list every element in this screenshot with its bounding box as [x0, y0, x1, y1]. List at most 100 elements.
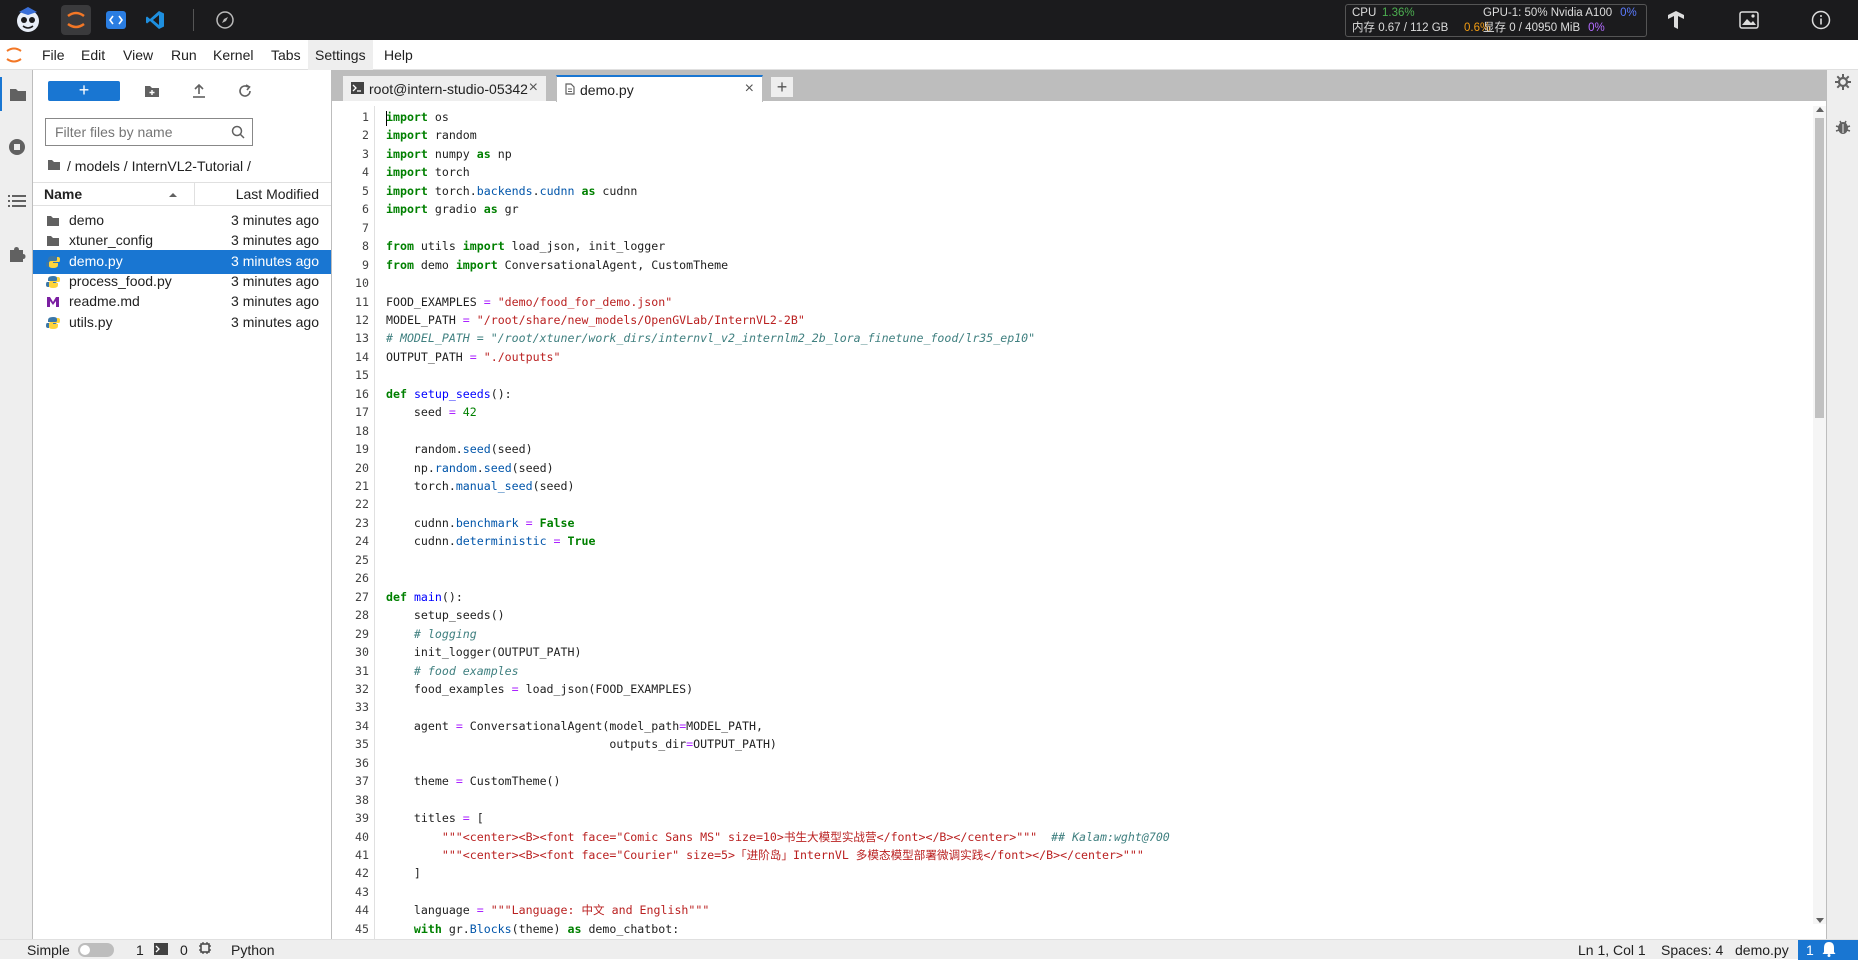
- terminals-count[interactable]: 1: [136, 941, 168, 959]
- code-line[interactable]: random.seed(seed): [386, 440, 533, 458]
- breadcrumb-path[interactable]: / models / InternVL2-Tutorial /: [67, 158, 251, 174]
- code-line[interactable]: def setup_seeds():: [386, 385, 512, 403]
- file-row[interactable]: utils.py 3 minutes ago: [33, 311, 331, 335]
- code-line[interactable]: titles = [: [386, 809, 484, 827]
- code-line[interactable]: from demo import ConversationalAgent, Cu…: [386, 256, 728, 274]
- line-number: 5: [362, 183, 369, 198]
- code-line[interactable]: food_examples = load_json(FOOD_EXAMPLES): [386, 680, 693, 698]
- code-line[interactable]: MODEL_PATH = "/root/share/new_models/Ope…: [386, 311, 805, 329]
- code-line[interactable]: from utils import load_json, init_logger: [386, 237, 665, 255]
- code-line[interactable]: import numpy as np: [386, 145, 512, 163]
- file-name: demo.py: [69, 252, 123, 269]
- upload-icon[interactable]: [187, 79, 211, 103]
- info-icon[interactable]: [1806, 5, 1836, 35]
- code-line[interactable]: cudnn.deterministic = True: [386, 532, 596, 550]
- scrollbar-thumb[interactable]: [1815, 118, 1824, 418]
- menu-edit[interactable]: Edit: [74, 40, 112, 70]
- column-name[interactable]: Name: [44, 186, 82, 202]
- menu-file[interactable]: File: [35, 40, 72, 70]
- scroll-up-icon[interactable]: [1816, 107, 1824, 112]
- code-line[interactable]: # MODEL_PATH = "/root/xtuner/work_dirs/i…: [386, 329, 1035, 347]
- menu-tabs[interactable]: Tabs: [264, 40, 308, 70]
- running-kernels-icon[interactable]: [0, 130, 33, 164]
- right-sidebar: [1826, 70, 1858, 939]
- line-number: 31: [355, 663, 369, 678]
- code-line[interactable]: language = """Language: 中文 and English""…: [386, 901, 709, 919]
- tensorflow-icon[interactable]: [1661, 5, 1691, 35]
- code-line[interactable]: torch.manual_seed(seed): [386, 477, 575, 495]
- language-mode[interactable]: Python: [231, 941, 275, 959]
- menu-view[interactable]: View: [116, 40, 160, 70]
- column-last-modified[interactable]: Last Modified: [236, 186, 319, 202]
- toggle-switch[interactable]: [77, 943, 114, 957]
- intern-logo-icon[interactable]: [12, 5, 44, 35]
- jupyter-icon[interactable]: [61, 5, 91, 35]
- file-modified: 3 minutes ago: [231, 212, 319, 228]
- table-of-contents-icon[interactable]: [0, 184, 33, 218]
- indentation-setting[interactable]: Spaces: 4: [1661, 941, 1723, 959]
- menu-help[interactable]: Help: [377, 40, 420, 70]
- folder-icon[interactable]: [0, 77, 33, 111]
- code-line[interactable]: FOOD_EXAMPLES = "demo/food_for_demo.json…: [386, 293, 672, 311]
- code-line[interactable]: OUTPUT_PATH = "./outputs": [386, 348, 561, 366]
- code-line[interactable]: seed = 42: [386, 403, 477, 421]
- code-line[interactable]: import torch: [386, 163, 470, 181]
- tab-terminal[interactable]: root@intern-studio-05342 ×: [342, 75, 547, 101]
- menu-run[interactable]: Run: [164, 40, 204, 70]
- compass-icon[interactable]: [210, 5, 240, 35]
- code-line[interactable]: with gr.Blocks(theme) as demo_chatbot:: [386, 920, 679, 938]
- code-line[interactable]: outputs_dir=OUTPUT_PATH): [386, 735, 777, 753]
- code-icon[interactable]: [101, 5, 131, 35]
- tab-demo-py[interactable]: demo.py ×: [556, 75, 763, 102]
- code-line[interactable]: setup_seeds(): [386, 606, 505, 624]
- code-line[interactable]: # logging: [386, 625, 477, 643]
- gpu-value: 0%: [1620, 7, 1637, 19]
- notifications-button[interactable]: 1: [1798, 940, 1858, 960]
- file-filter-input[interactable]: [45, 118, 253, 146]
- code-line[interactable]: import os: [386, 108, 449, 126]
- code-line[interactable]: import torch.backends.cudnn as cudnn: [386, 182, 637, 200]
- code-line[interactable]: def main():: [386, 588, 463, 606]
- vscode-icon[interactable]: [140, 5, 170, 35]
- close-tab-icon[interactable]: ×: [529, 79, 538, 97]
- status-bar: Simple 1 0 Python Ln 1, Col 1 Spaces: 4 …: [0, 939, 1858, 960]
- line-number: 17: [355, 405, 369, 420]
- extensions-icon[interactable]: [0, 237, 33, 271]
- code-line[interactable]: import random: [386, 126, 477, 144]
- simple-mode-toggle[interactable]: Simple: [27, 941, 114, 959]
- code-line[interactable]: cudnn.benchmark = False: [386, 514, 575, 532]
- close-tab-icon[interactable]: ×: [745, 80, 754, 98]
- folder-icon[interactable]: [47, 158, 61, 174]
- line-number: 24: [355, 534, 369, 549]
- line-number: 4: [362, 165, 369, 180]
- property-inspector-icon[interactable]: [1834, 73, 1852, 94]
- code-editor[interactable]: 1 2 3 4 5 6 7 8 9 10 11 12 13 14 15 16 17 18 19 20 21 22 23 24 2…: [342, 106, 1826, 939]
- file-name: process_food.py: [69, 272, 172, 289]
- code-line[interactable]: init_logger(OUTPUT_PATH): [386, 643, 582, 661]
- code-line[interactable]: agent = ConversationalAgent(model_path=M…: [386, 717, 763, 735]
- vertical-scrollbar[interactable]: [1813, 106, 1826, 924]
- file-modified: 3 minutes ago: [231, 232, 319, 249]
- code-line[interactable]: theme = CustomTheme(): [386, 772, 561, 790]
- image-icon[interactable]: [1734, 5, 1764, 35]
- kernels-count[interactable]: 0: [180, 941, 212, 959]
- menu-settings[interactable]: Settings: [308, 40, 373, 70]
- new-folder-icon[interactable]: [140, 79, 164, 103]
- code-line[interactable]: ]: [386, 864, 421, 882]
- cursor-position[interactable]: Ln 1, Col 1: [1578, 941, 1646, 959]
- debugger-icon[interactable]: [1834, 118, 1852, 139]
- refresh-icon[interactable]: [233, 79, 257, 103]
- add-tab-button[interactable]: +: [770, 76, 794, 98]
- code-line[interactable]: import gradio as gr: [386, 200, 519, 218]
- simple-mode-label: Simple: [27, 942, 70, 958]
- terminal-icon: [351, 81, 364, 97]
- kernels-count-value: 0: [180, 942, 188, 958]
- code-line[interactable]: np.random.seed(seed): [386, 459, 554, 477]
- scroll-down-icon[interactable]: [1816, 918, 1824, 923]
- new-launcher-button[interactable]: +: [48, 81, 120, 101]
- column-divider: [194, 183, 195, 205]
- menu-kernel[interactable]: Kernel: [206, 40, 260, 70]
- code-line[interactable]: """<center><B><font face="Comic Sans MS"…: [386, 828, 1170, 846]
- code-line[interactable]: # food examples: [386, 662, 519, 680]
- code-line[interactable]: """<center><B><font face="Courier" size=…: [386, 846, 1144, 864]
